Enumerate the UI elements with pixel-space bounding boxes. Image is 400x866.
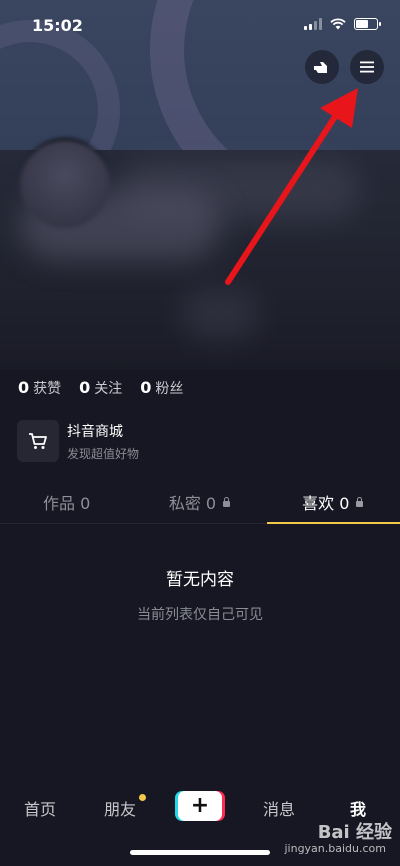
nav-home[interactable]: 首页 — [24, 796, 56, 820]
bottom-nav: 首页 朋友 + 消息 我 Bai 经验 jingyan.baidu.com — [0, 778, 400, 866]
empty-state-subtitle: 当前列表仅自己可见 — [137, 607, 263, 623]
stat-followers[interactable]: 0 粉丝 — [140, 378, 183, 398]
tab-private[interactable]: 私密 0 — [133, 480, 266, 523]
notification-dot — [139, 794, 147, 801]
shop-title: 抖音商城 — [67, 423, 123, 440]
status-bar: 15:02 — [0, 0, 400, 50]
battery-icon — [354, 18, 381, 30]
profile-stats: 0 获赞 0 关注 0 粉丝 — [18, 378, 183, 398]
wifi-icon — [330, 18, 346, 30]
shopping-cart-icon — [17, 420, 59, 462]
menu-button[interactable] — [350, 50, 384, 84]
lock-icon — [355, 496, 364, 507]
nav-friends[interactable]: 朋友 — [104, 794, 147, 820]
stat-likes[interactable]: 0 获赞 — [18, 378, 61, 398]
shop-subtitle: 发现超值好物 — [67, 446, 140, 461]
create-button[interactable]: + — [178, 791, 222, 821]
lock-icon — [222, 496, 231, 507]
watermark-url: jingyan.baidu.com — [284, 842, 386, 855]
tab-likes[interactable]: 喜欢 0 — [266, 480, 400, 524]
stat-following[interactable]: 0 关注 — [79, 378, 122, 398]
empty-state-title: 暂无内容 — [166, 570, 234, 590]
gesture-button[interactable] — [305, 50, 339, 84]
home-indicator — [130, 850, 270, 855]
shop-entry[interactable]: 抖音商城 发现超值好物 — [17, 420, 139, 462]
watermark-logo: Bai 经验 — [317, 822, 392, 843]
avatar[interactable] — [20, 138, 110, 228]
nav-me[interactable]: 我 — [350, 796, 366, 820]
nav-messages[interactable]: 消息 — [263, 796, 295, 820]
status-time: 15:02 — [32, 16, 83, 35]
tab-works[interactable]: 作品 0 — [0, 480, 133, 523]
hand-pointer-icon — [314, 62, 327, 73]
hamburger-menu-icon — [360, 61, 374, 73]
content-tabs: 作品 0 私密 0 喜欢 0 — [0, 480, 400, 524]
signal-icon — [304, 18, 322, 30]
